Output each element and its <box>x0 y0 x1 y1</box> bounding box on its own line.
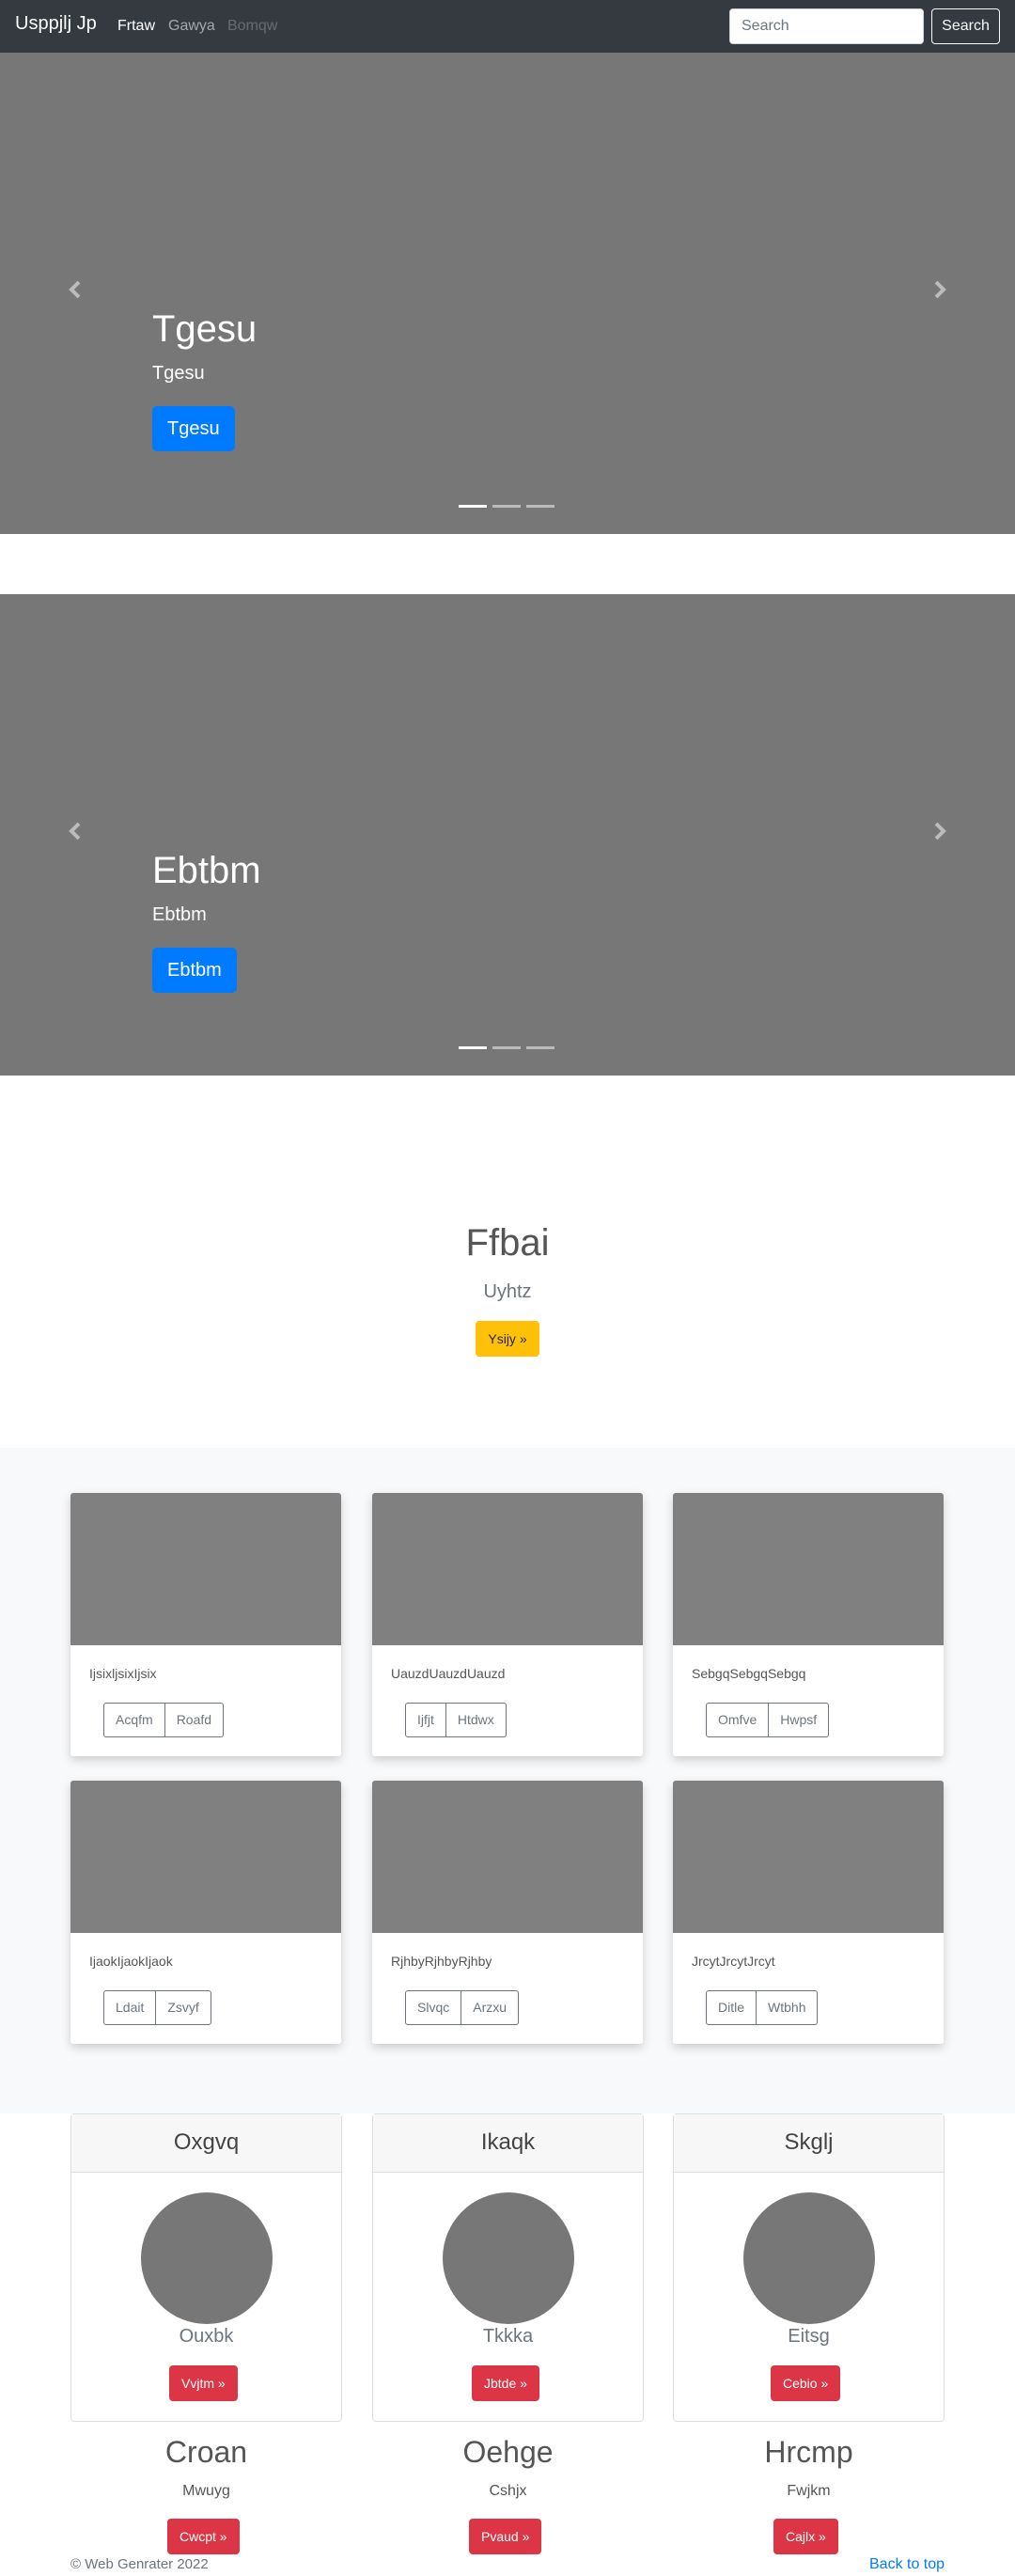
album-card: IjsixljsixIjsix Acqfm Roafd <box>70 1493 341 1756</box>
carousel-caption-button[interactable]: Ebtbm <box>152 948 237 993</box>
carousel-caption-title: Tgesu <box>152 308 258 350</box>
brand-link[interactable]: Usppjlj Jp <box>15 13 97 35</box>
album-card: RjhbyRjhbyRjhby Slvqc Arzxu <box>372 1781 643 2044</box>
card-button-view[interactable]: Omfve <box>706 1703 770 1737</box>
pricing-card: Ikaqk Tkkka Jbtde » <box>372 2113 644 2422</box>
card-text: SebgqSebgqSebgq <box>692 1666 806 1681</box>
card-thumbnail <box>70 1493 341 1645</box>
card-button-view[interactable]: Ldait <box>103 1990 157 2025</box>
card-button-group: Slvqc Arzxu <box>405 1990 520 2025</box>
pricing-card-button[interactable]: Vvjtm » <box>169 2365 238 2401</box>
pricing-card-header: Ikaqk <box>373 2114 643 2173</box>
card-button-edit[interactable]: Roafd <box>164 1703 225 1737</box>
carousel-indicator[interactable] <box>526 1046 554 1049</box>
avatar-placeholder <box>443 2192 574 2324</box>
carousel-prev-icon[interactable] <box>65 820 87 842</box>
nav-link-3-disabled: Bomqw <box>227 18 278 34</box>
card-thumbnail <box>673 1781 944 1933</box>
pricing-card-header: Oxgvq <box>71 2114 341 2173</box>
carousel-caption-text: Ebtbm <box>152 904 207 925</box>
card-thumbnail <box>372 1781 643 1933</box>
pricing-card-name: Eitsg <box>788 2326 830 2347</box>
carousel-next-icon[interactable] <box>928 278 950 301</box>
carousel-prev-icon[interactable] <box>65 278 87 301</box>
search-button[interactable]: Search <box>931 8 1000 44</box>
avatar-placeholder <box>743 2192 875 2324</box>
pricing-card-button[interactable]: Cebio » <box>771 2365 841 2401</box>
feature-text: Cshjx <box>489 2483 527 2499</box>
album-card: JrcytJrcytJrcyt Ditle Wtbhh <box>673 1781 944 2044</box>
card-button-group: Ijfjt Htdwx <box>405 1703 507 1737</box>
jumbotron-title: Ffbai <box>465 1222 550 1264</box>
feature-button[interactable]: Cwcpt » <box>167 2519 240 2554</box>
card-button-group: Omfve Hwpsf <box>706 1703 830 1737</box>
card-thumbnail <box>372 1493 643 1645</box>
feature-title: Hrcmp <box>764 2435 853 2469</box>
carousel-caption-text: Tgesu <box>152 363 205 384</box>
carousel-indicator[interactable] <box>459 505 487 508</box>
feature-title: Oehge <box>462 2435 554 2469</box>
carousel-caption-title: Ebtbm <box>152 850 261 891</box>
carousel-1: Tgesu Tgesu Tgesu <box>0 53 1015 534</box>
card-button-view[interactable]: Ditle <box>706 1990 757 2025</box>
card-button-edit[interactable]: Arzxu <box>461 1990 520 2025</box>
card-button-edit[interactable]: Htdwx <box>445 1703 507 1737</box>
carousel-indicator[interactable] <box>459 1046 487 1049</box>
album-section: IjsixljsixIjsix Acqfm Roafd UauzdUauzdUa… <box>0 1448 1015 2113</box>
footer-copyright: © Web Genrater 2022 <box>70 2556 209 2572</box>
album-card: SebgqSebgqSebgq Omfve Hwpsf <box>673 1493 944 1756</box>
card-thumbnail <box>673 1493 944 1645</box>
card-text: IjaokIjaokIjaok <box>89 1954 173 1969</box>
card-button-edit[interactable]: Zsvyf <box>155 1990 211 2025</box>
card-button-group: Ldait Zsvyf <box>103 1990 211 2025</box>
avatar-placeholder <box>141 2192 273 2324</box>
feature-button[interactable]: Cajlx » <box>773 2519 838 2554</box>
card-text: JrcytJrcytJrcyt <box>692 1954 775 1969</box>
card-button-group: Ditle Wtbhh <box>706 1990 819 2025</box>
card-button-edit[interactable]: Hwpsf <box>768 1703 830 1737</box>
carousel-caption-button[interactable]: Tgesu <box>152 406 235 451</box>
pricing-card: Skglj Eitsg Cebio » <box>673 2113 945 2422</box>
album-card: UauzdUauzdUauzd Ijfjt Htdwx <box>372 1493 643 1756</box>
card-thumbnail <box>70 1781 341 1933</box>
pricing-card-header: Skglj <box>674 2114 944 2173</box>
card-button-group: Acqfm Roafd <box>103 1703 225 1737</box>
feature-title: Croan <box>164 2435 248 2469</box>
nav-link-2[interactable]: Gawya <box>168 18 215 35</box>
carousel-indicators <box>459 1046 554 1049</box>
feature-text: Fwjkm <box>787 2483 831 2499</box>
carousel-indicator[interactable] <box>492 1046 521 1049</box>
back-to-top-link[interactable]: Back to top <box>869 2556 945 2573</box>
card-button-view[interactable]: Slvqc <box>405 1990 462 2025</box>
card-text: IjsixljsixIjsix <box>89 1666 157 1681</box>
pricing-card-button[interactable]: Jbtde » <box>472 2365 539 2401</box>
card-button-view[interactable]: Ijfjt <box>405 1703 446 1737</box>
feature-button[interactable]: Pvaud » <box>469 2519 542 2554</box>
search-input[interactable] <box>729 8 924 44</box>
pricing-card: Oxgvq Ouxbk Vvjtm » <box>70 2113 342 2422</box>
carousel-indicator[interactable] <box>492 505 521 508</box>
card-button-view[interactable]: Acqfm <box>103 1703 165 1737</box>
carousel-next-icon[interactable] <box>928 820 950 842</box>
pricing-card-name: Tkkka <box>482 2326 534 2347</box>
feature-text: Mwuyg <box>182 2483 230 2499</box>
navbar: Usppjlj Jp Frtaw Gawya Bomqw Search <box>0 0 1015 53</box>
carousel-2: Ebtbm Ebtbm Ebtbm <box>0 594 1015 1076</box>
pricing-card-name: Ouxbk <box>179 2326 234 2347</box>
carousel-indicators <box>459 505 554 508</box>
jumbotron-lead: Uyhtz <box>483 1281 532 1302</box>
card-text: RjhbyRjhbyRjhby <box>391 1954 492 1969</box>
card-text: UauzdUauzdUauzd <box>391 1666 506 1681</box>
jumbotron-button[interactable]: Ysijy » <box>476 1321 539 1357</box>
nav-link-1[interactable]: Frtaw <box>117 18 155 35</box>
album-card: IjaokIjaokIjaok Ldait Zsvyf <box>70 1781 341 2044</box>
card-button-edit[interactable]: Wtbhh <box>756 1990 819 2025</box>
carousel-indicator[interactable] <box>526 505 554 508</box>
